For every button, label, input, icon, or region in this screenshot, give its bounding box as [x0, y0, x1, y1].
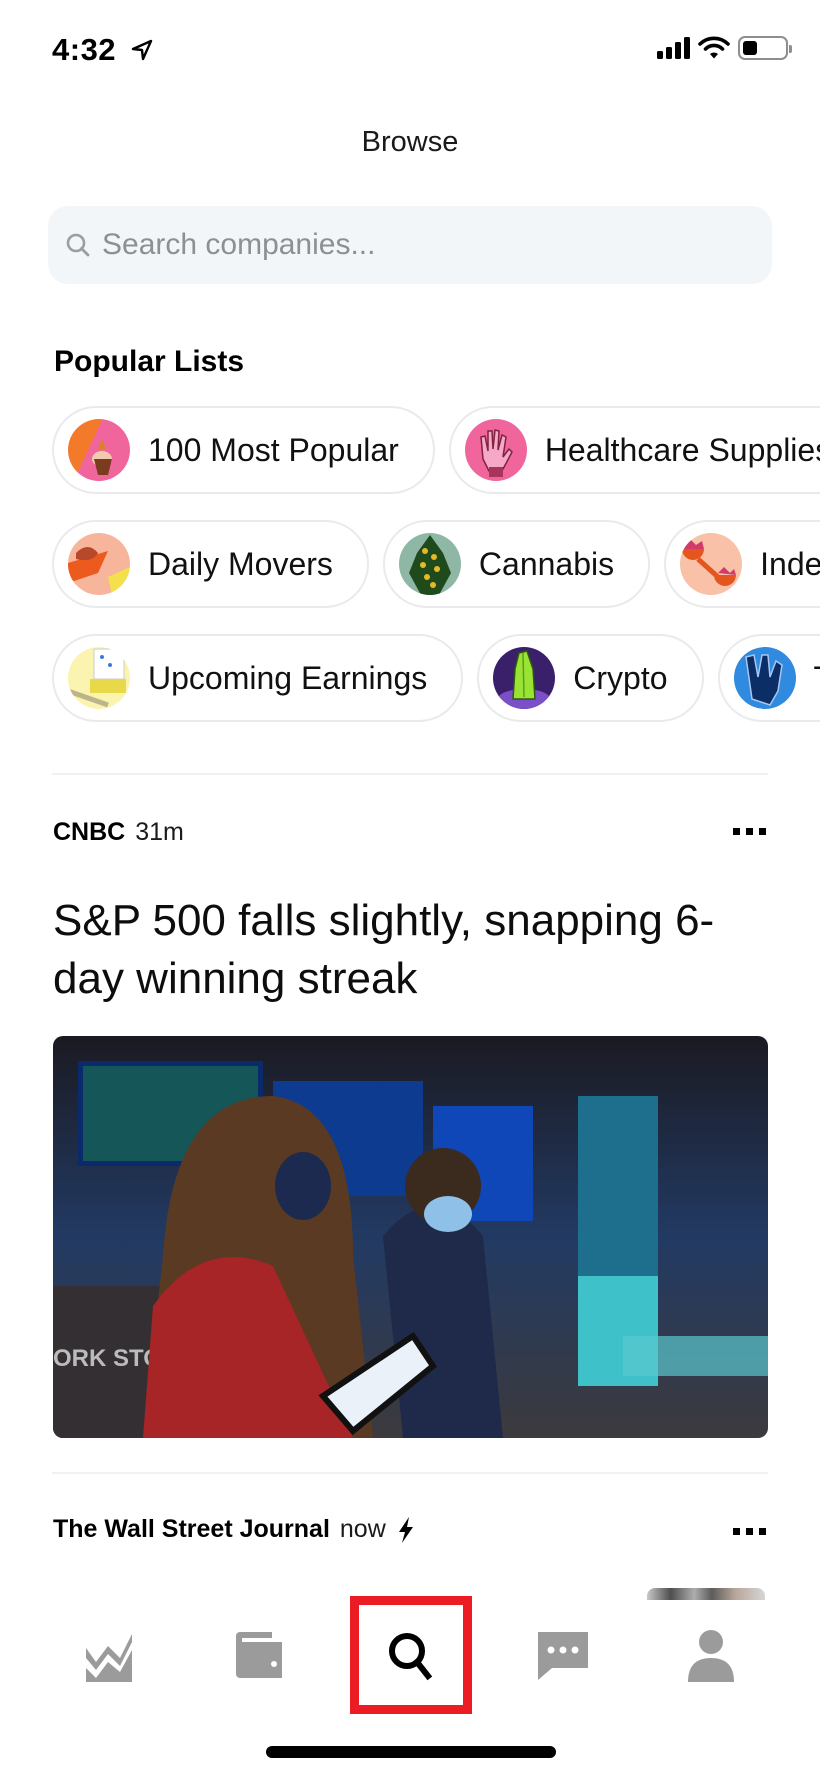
news-item-2-meta: The Wall Street Journal now	[53, 1515, 416, 1544]
tab-bar	[0, 1596, 820, 1714]
popular-lists-row-3[interactable]: Upcoming Earnings Crypto Technology	[52, 634, 820, 722]
list-chip-technology[interactable]: Technology	[717, 634, 820, 722]
list-chip-upcoming-earnings[interactable]: Upcoming Earnings	[52, 634, 464, 722]
news-item-1-more-button[interactable]	[733, 821, 766, 841]
list-chip-label: Index ETFs	[760, 545, 820, 582]
tab-wallet[interactable]	[214, 1600, 304, 1710]
chat-icon	[538, 1632, 588, 1680]
tech-hand-illustration-icon	[733, 647, 796, 709]
list-chip-label: Crypto	[573, 659, 668, 696]
search-bar[interactable]	[48, 206, 772, 284]
location-arrow-icon	[131, 39, 153, 61]
index-illustration-icon	[680, 533, 743, 595]
chart-icon	[86, 1634, 132, 1682]
news-source: CNBC	[53, 818, 126, 846]
popular-lists-row-1[interactable]: 100 Most Popular Healthcare Supplies	[52, 406, 820, 494]
cellular-signal-icon	[657, 37, 690, 59]
news-time: 31m	[135, 818, 184, 846]
popular-lists-row-2[interactable]: Daily Movers Cannabis Index ETFs	[52, 520, 820, 608]
news-time: now	[339, 1515, 386, 1543]
news-source: The Wall Street Journal	[53, 1515, 330, 1543]
news-image[interactable]: ORK STOC	[53, 1036, 768, 1438]
list-chip-100-most-popular[interactable]: 100 Most Popular	[52, 406, 435, 494]
daily-movers-illustration-icon	[68, 533, 130, 595]
cannabis-illustration-icon	[398, 533, 461, 595]
lightning-bolt-icon	[398, 1516, 413, 1543]
wallet-icon	[236, 1632, 282, 1678]
list-chip-cannabis[interactable]: Cannabis	[382, 520, 651, 608]
news-item-2-more-button[interactable]	[733, 1521, 766, 1541]
search-icon	[389, 1633, 433, 1681]
news-item-1-meta: CNBC 31m	[53, 818, 184, 847]
list-chip-label: Daily Movers	[148, 545, 333, 582]
list-chip-crypto[interactable]: Crypto	[477, 634, 704, 722]
section-divider	[52, 773, 768, 775]
wifi-icon	[698, 36, 730, 59]
crypto-crystal-illustration-icon	[493, 647, 556, 709]
status-time: 4:32	[52, 32, 117, 67]
healthcare-hand-illustration-icon	[464, 419, 527, 481]
list-chip-label: Healthcare Supplies	[544, 431, 820, 468]
tab-browse[interactable]	[350, 1596, 472, 1714]
list-chip-label: Technology	[814, 660, 820, 697]
tab-investing[interactable]	[64, 1600, 154, 1710]
list-chip-label: 100 Most Popular	[148, 431, 399, 468]
search-icon	[66, 233, 90, 257]
news-divider	[52, 1472, 768, 1474]
news-thumbnail-peek[interactable]	[647, 1588, 765, 1600]
100-most-popular-illustration-icon	[68, 419, 130, 481]
list-chip-index-etfs[interactable]: Index ETFs	[664, 520, 820, 608]
status-bar: 4:32	[0, 0, 820, 100]
search-input[interactable]	[102, 228, 722, 262]
person-icon	[688, 1630, 734, 1682]
battery-icon	[738, 36, 792, 60]
list-chip-healthcare-supplies[interactable]: Healthcare Supplies	[448, 406, 820, 494]
news-headline[interactable]: S&P 500 falls slightly, snapping 6-day w…	[53, 892, 773, 1008]
list-chip-daily-movers[interactable]: Daily Movers	[52, 520, 369, 608]
tab-messages[interactable]	[518, 1600, 608, 1710]
tab-account[interactable]	[666, 1600, 756, 1710]
home-indicator[interactable]	[266, 1746, 556, 1758]
upcoming-earnings-illustration-icon	[68, 647, 130, 709]
more-dots-icon	[733, 827, 740, 835]
list-chip-label: Cannabis	[478, 545, 615, 582]
popular-lists-heading: Popular Lists	[54, 345, 245, 378]
page-title: Browse	[361, 126, 459, 158]
list-chip-label: Upcoming Earnings	[148, 659, 428, 696]
more-dots-icon	[733, 1527, 740, 1535]
